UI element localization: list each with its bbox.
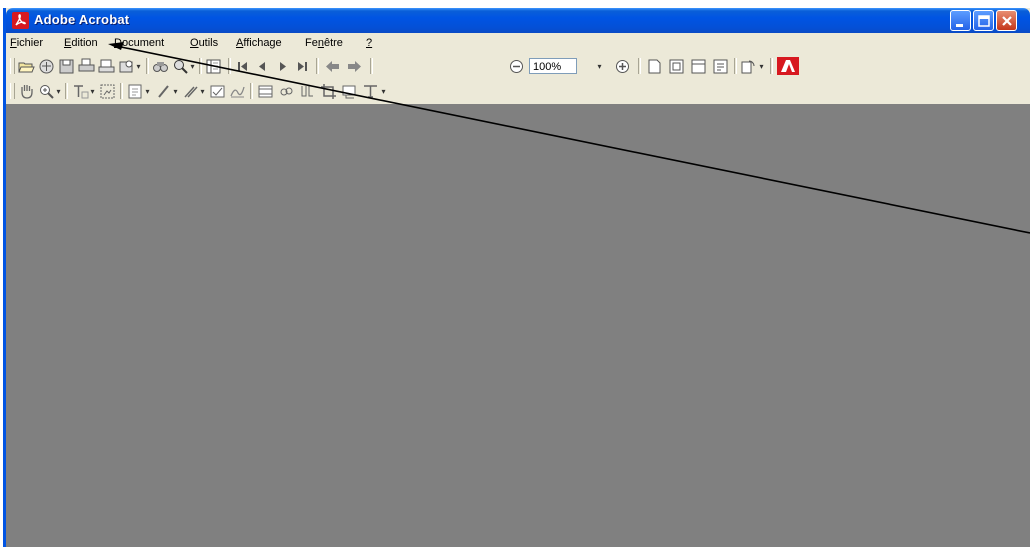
movie-tool-icon[interactable] — [257, 83, 274, 100]
first-page-icon[interactable] — [234, 58, 251, 75]
title-bar[interactable]: Adobe Acrobat — [6, 8, 1030, 33]
navigation-pane-icon[interactable] — [205, 58, 222, 75]
close-button[interactable] — [996, 10, 1017, 31]
minimize-icon — [956, 24, 963, 27]
ebook-icon[interactable] — [118, 58, 135, 75]
menu-bar: Fichier Edition Document Outils Affichage Fen… — [6, 34, 1030, 52]
tools-toolbar: ▾ ▾ ▾ ▾ ▾ ▾ — [6, 79, 1030, 103]
toolbar-grip[interactable] — [10, 83, 15, 99]
toolbar-separator — [228, 58, 231, 74]
toolbar-separator — [734, 58, 737, 74]
zoom-input[interactable]: 100% — [529, 58, 577, 74]
toolbar-separator — [146, 58, 149, 74]
toolbar-grip[interactable] — [10, 58, 15, 74]
maximize-icon — [978, 15, 990, 27]
maximize-button[interactable] — [973, 10, 994, 31]
search-icon[interactable] — [172, 58, 189, 75]
menu-item-help[interactable]: ? — [366, 37, 372, 49]
document-workspace[interactable] — [6, 104, 1030, 547]
menu-item-fichier[interactable]: Fichier — [10, 37, 43, 49]
text-select-icon[interactable] — [72, 83, 89, 100]
next-page-icon[interactable] — [274, 58, 291, 75]
pencil-tool-icon[interactable] — [155, 83, 172, 100]
print-icon[interactable] — [78, 58, 95, 75]
app-root: Adobe Acrobat Fichier Edition Document Outi… — [0, 0, 1030, 547]
reflow-icon[interactable] — [712, 58, 729, 75]
zoom-tool-dropdown[interactable]: ▾ — [55, 83, 62, 100]
rotate-icon[interactable] — [740, 58, 757, 75]
open-icon[interactable] — [18, 58, 35, 75]
close-icon — [1002, 16, 1012, 26]
main-toolbar: ▾ ▾ 100% ▾ ▾ — [6, 54, 1030, 79]
article-tool-icon[interactable] — [299, 83, 316, 100]
minimize-button[interactable] — [950, 10, 971, 31]
signature-tool-icon[interactable] — [229, 83, 246, 100]
find-icon[interactable] — [152, 58, 169, 75]
touchup-dropdown[interactable]: ▾ — [380, 83, 387, 100]
toolbar-separator — [65, 83, 68, 99]
toolbar-separator — [199, 58, 202, 74]
toolbar-separator — [370, 58, 373, 74]
crop-tool-icon[interactable] — [320, 83, 337, 100]
zoom-out-icon[interactable] — [508, 58, 525, 75]
menu-item-fenêtre[interactable]: Fenêtre — [305, 37, 343, 49]
note-tool-icon[interactable] — [127, 83, 144, 100]
menu-item-document[interactable]: Document — [114, 37, 164, 49]
search-dropdown[interactable]: ▾ — [189, 58, 196, 75]
window-title: Adobe Acrobat — [34, 12, 130, 27]
link-tool-icon[interactable] — [278, 83, 295, 100]
adobe-logo-icon[interactable] — [777, 57, 799, 75]
highlight-tool-icon[interactable] — [182, 83, 199, 100]
graphics-select-icon[interactable] — [99, 83, 116, 100]
menu-item-edition[interactable]: Edition — [64, 37, 98, 49]
toolbar-separator — [316, 58, 319, 74]
text-select-dropdown[interactable]: ▾ — [89, 83, 96, 100]
acrobat-app-icon — [12, 12, 29, 29]
previous-page-icon[interactable] — [254, 58, 271, 75]
menu-item-outils[interactable]: Outils — [190, 37, 218, 49]
toolbar-separator — [638, 58, 641, 74]
pencil-tool-dropdown[interactable]: ▾ — [172, 83, 179, 100]
actual-size-icon[interactable] — [646, 58, 663, 75]
hand-tool-icon[interactable] — [18, 83, 35, 100]
note-tool-dropdown[interactable]: ▾ — [144, 83, 151, 100]
toolbar-separator — [770, 58, 773, 74]
acrobat-window: Adobe Acrobat Fichier Edition Document Outi… — [3, 8, 1030, 547]
touchup-text-icon[interactable] — [362, 83, 379, 100]
fit-width-icon[interactable] — [690, 58, 707, 75]
toolbar-separator — [250, 83, 253, 99]
print-setup-icon[interactable] — [98, 58, 115, 75]
highlight-tool-dropdown[interactable]: ▾ — [199, 83, 206, 100]
ebook-dropdown[interactable]: ▾ — [135, 58, 142, 75]
go-forward-icon[interactable] — [346, 58, 363, 75]
email-icon[interactable] — [38, 58, 55, 75]
toolbar-separator — [120, 83, 123, 99]
menu-item-affichage[interactable]: Affichage — [236, 37, 282, 49]
last-page-icon[interactable] — [294, 58, 311, 75]
zoom-dropdown[interactable]: ▾ — [596, 58, 603, 75]
rotate-dropdown[interactable]: ▾ — [758, 58, 765, 75]
touchup-object-icon[interactable] — [341, 83, 358, 100]
save-icon[interactable] — [58, 58, 75, 75]
zoom-tool-icon[interactable] — [38, 83, 55, 100]
fit-page-icon[interactable] — [668, 58, 685, 75]
form-tool-icon[interactable] — [209, 83, 226, 100]
zoom-in-icon[interactable] — [614, 58, 631, 75]
go-back-icon[interactable] — [324, 58, 341, 75]
